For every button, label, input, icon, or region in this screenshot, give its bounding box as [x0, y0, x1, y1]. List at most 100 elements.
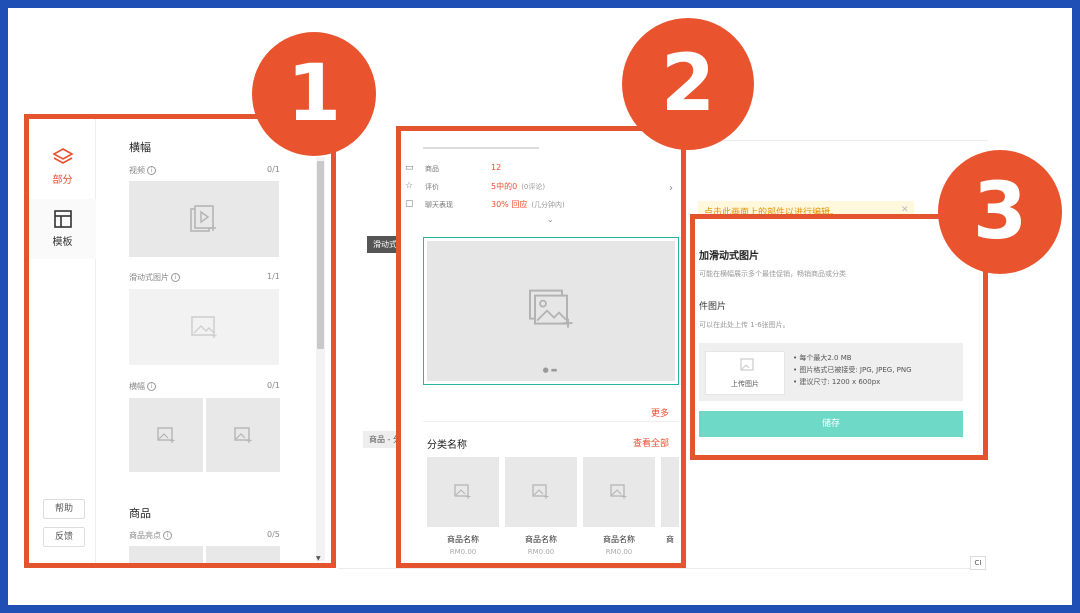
divider — [338, 568, 978, 569]
product-section-title: 商品 — [129, 507, 151, 520]
slide-image-settings-panel: 加滑动式图片 ✕ 可能在横幅展示多个最佳促销，畅销商品或分类 件图片 可以在此处… — [690, 214, 988, 460]
shop-icon: ▭ — [405, 163, 414, 173]
marker-3: 3 — [938, 150, 1062, 274]
image-section-title: 件图片 — [699, 302, 727, 312]
product-image — [427, 457, 499, 527]
video-label-text: 视频 — [129, 166, 145, 175]
product-name-partial: 商 — [666, 535, 674, 544]
chevron-right-icon[interactable]: › — [669, 183, 673, 194]
requirement-size: • 每个最大2.0 MB — [793, 354, 852, 362]
upload-label: 上传图片 — [731, 380, 759, 388]
carousel-dots[interactable]: ●▬ — [543, 366, 560, 374]
side-nav: 部分 模板 帮助 反馈 — [29, 119, 96, 563]
requirement-dimensions: • 建议尺寸: 1200 x 600px — [793, 378, 881, 386]
layers-icon — [51, 148, 74, 164]
upload-image-button[interactable]: 上传图片 — [705, 351, 785, 395]
banner-count: 0/1 — [267, 381, 280, 390]
product-image — [505, 457, 577, 527]
product-price: RM0.00 — [527, 548, 555, 556]
banner-placeholder: ●▬ — [427, 241, 675, 381]
marker-1: 1 — [252, 32, 376, 156]
slide-image-label-text: 滑动式图片 — [129, 273, 169, 282]
stat-rating: 评价 5中的0 (0评论) — [425, 182, 545, 192]
image-icon — [740, 358, 754, 371]
product-highlight-label-text: 商品亮点 — [129, 531, 161, 540]
stat-note: (0评论) — [521, 183, 546, 191]
upload-hint: 可以在此处上传 1-6张图片。 — [699, 321, 790, 329]
slide-image-count: 1/1 — [267, 272, 280, 281]
banner-section-title: 横幅 — [129, 141, 151, 154]
marker-2: 2 — [622, 18, 754, 150]
stat-label: 聊天表现 — [425, 201, 453, 209]
stat-label: 评价 — [425, 183, 439, 191]
modal-description: 可能在横幅展示多个最佳促销，畅销商品或分类 — [699, 270, 846, 278]
tab-template[interactable]: 模板 — [29, 199, 96, 259]
product-highlight-label: 商品亮点 i — [129, 530, 172, 541]
banner-item-label: 横幅 i — [129, 381, 156, 392]
shop-preview-panel: ▭ 商品 12 ☆ 评价 5中的0 (0评论) ▢ 聊天表现 30% 回应 (几分钟… — [396, 126, 686, 568]
component-panel: 部分 模板 帮助 反馈 横幅 视频 i 0/1 滑动式图片 i 1/1 横幅 i… — [24, 114, 336, 568]
product-price: RM0.00 — [449, 548, 477, 556]
image-add-icon — [529, 289, 573, 328]
template-icon — [53, 210, 72, 228]
ci-button[interactable]: CI — [970, 556, 986, 570]
image-icon — [532, 484, 549, 499]
product-card[interactable]: 商品名称 RM0.00 — [427, 457, 499, 556]
view-all-link[interactable]: 查看全部 — [633, 436, 669, 449]
tab-template-label: 模板 — [52, 237, 73, 248]
chat-icon: ▢ — [405, 199, 414, 209]
product-highlight-component[interactable] — [129, 546, 203, 563]
banner-label-text: 横幅 — [129, 382, 145, 391]
image-icon — [234, 427, 252, 443]
image-icon — [454, 484, 471, 499]
feedback-button[interactable]: 反馈 — [43, 527, 85, 547]
tab-parts-label: 部分 — [52, 175, 73, 186]
info-icon[interactable]: i — [163, 531, 172, 540]
video-icon — [190, 205, 216, 232]
banner-component-left[interactable] — [129, 398, 203, 472]
product-card[interactable]: 商品名称 RM0.00 — [583, 457, 655, 556]
modal-title: 加滑动式图片 — [699, 251, 759, 262]
chevron-down-icon[interactable]: ⌄ — [547, 215, 554, 224]
product-card[interactable]: 商品名称 RM0.00 — [505, 457, 577, 556]
tab-underline — [423, 147, 539, 149]
image-icon — [610, 484, 627, 499]
info-icon[interactable]: i — [147, 166, 156, 175]
stat-label: 商品 — [425, 165, 439, 173]
help-button[interactable]: 帮助 — [43, 499, 85, 519]
info-icon[interactable]: i — [171, 273, 180, 282]
scrollbar-thumb[interactable] — [317, 161, 324, 349]
product-highlight-component[interactable] — [206, 546, 280, 563]
stat-value: 5中的0 — [491, 182, 518, 191]
slide-image-component[interactable] — [129, 289, 279, 365]
star-icon: ☆ — [405, 181, 414, 191]
product-name: 商品名称 — [603, 535, 635, 544]
info-icon[interactable]: i — [147, 382, 156, 391]
image-icon — [191, 316, 217, 338]
product-name: 商品名称 — [525, 535, 557, 544]
product-highlight-count: 0/5 — [267, 530, 280, 539]
tab-parts[interactable]: 部分 — [29, 137, 96, 197]
scroll-down-icon[interactable]: ▼ — [316, 555, 321, 562]
slide-image-banner[interactable]: ●▬ — [423, 237, 679, 385]
stat-note: (几分钟内) — [531, 201, 565, 209]
upload-area: 上传图片 • 每个最大2.0 MB • 图片格式已被接受: JPG, JPEG,… — [699, 343, 963, 401]
divider — [423, 421, 679, 422]
slide-image-item-label: 滑动式图片 i — [129, 272, 180, 283]
video-component[interactable] — [129, 181, 279, 257]
stat-products: 商品 12 — [425, 163, 501, 174]
product-name: 商品名称 — [447, 535, 479, 544]
product-price: RM0.00 — [605, 548, 633, 556]
stat-value: 12 — [491, 163, 502, 172]
stat-value: 30% 回应 — [491, 200, 528, 209]
video-count: 0/1 — [267, 165, 280, 174]
save-button[interactable]: 储存 — [699, 411, 963, 437]
product-card-partial[interactable] — [661, 457, 679, 527]
category-title: 分类名称 — [427, 440, 467, 451]
more-link[interactable]: 更多 — [651, 406, 669, 419]
video-item-label: 视频 i — [129, 165, 156, 176]
requirement-format: • 图片格式已被接受: JPG, JPEG, PNG — [793, 366, 912, 374]
stat-chat: 聊天表现 30% 回应 (几分钟内) — [425, 200, 565, 210]
banner-component-right[interactable] — [206, 398, 280, 472]
image-icon — [157, 427, 175, 443]
